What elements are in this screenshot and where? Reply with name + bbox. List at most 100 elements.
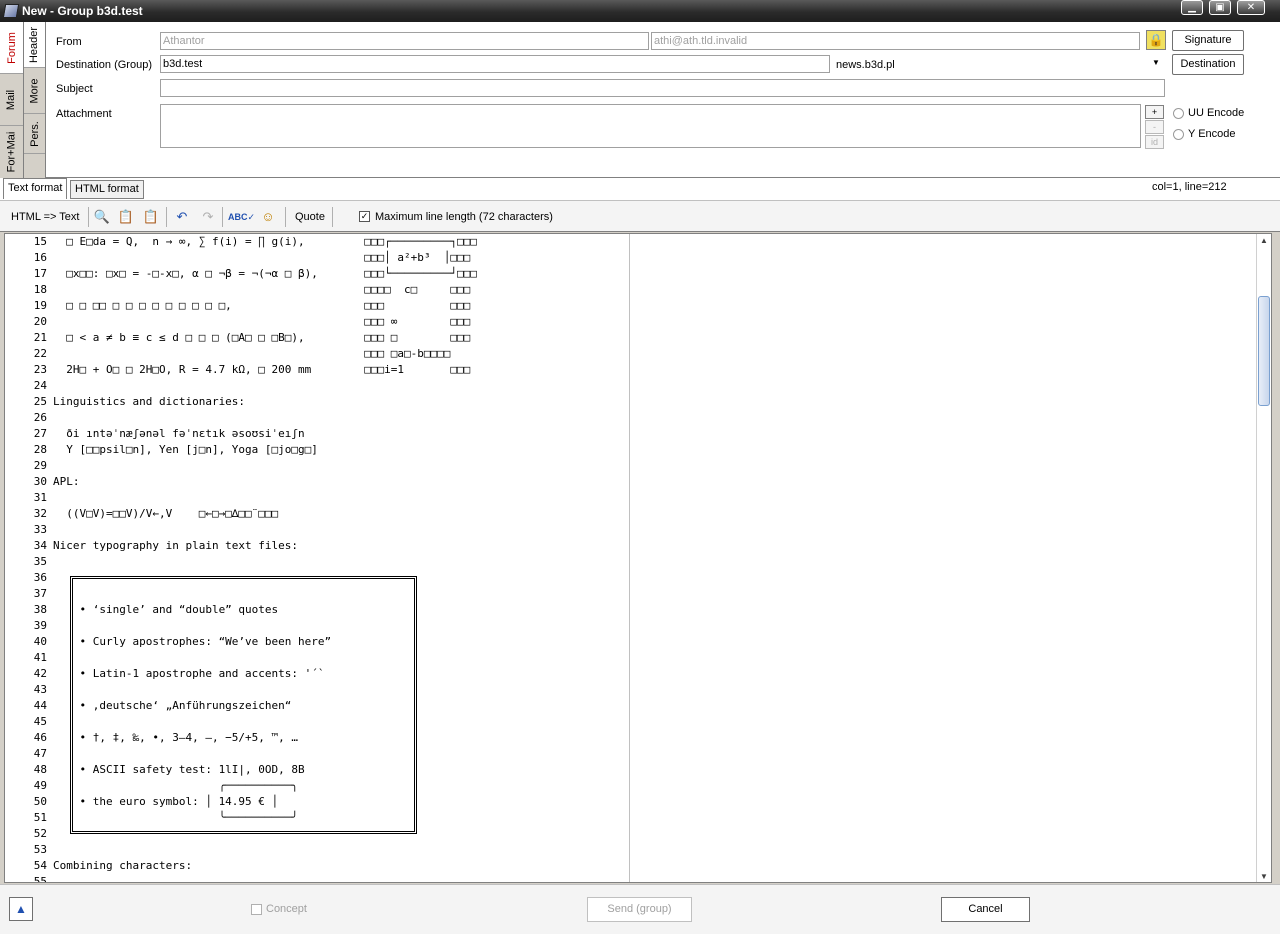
line-number: 33 bbox=[33, 523, 47, 536]
text-line[interactable]: ði ıntəˈnæʃənəl fəˈnɛtık əsoʊsiˈeıʃn bbox=[53, 426, 627, 442]
close-button[interactable]: ✕ bbox=[1237, 0, 1265, 15]
text-line[interactable]: □□□ ∞ □□□ bbox=[53, 314, 627, 330]
uu-encode-radio[interactable] bbox=[1173, 108, 1184, 119]
line-number: 22 bbox=[33, 347, 47, 360]
text-line[interactable] bbox=[53, 410, 627, 426]
text-line[interactable]: Y [□□psil□n], Yen [j□n], Yoga [□jo□g□] bbox=[53, 442, 627, 458]
text-line[interactable]: APL: bbox=[53, 474, 627, 490]
text-line[interactable]: □□□□ c□ □□□ bbox=[53, 282, 627, 298]
line-number: 52 bbox=[33, 827, 47, 840]
line-number-gutter: 15 16 17 18 19 20 21 22 23 24 25 26 27 28 29 30 31 32 33 34… bbox=[5, 234, 51, 882]
text-line[interactable]: □x□□: □x□ = -□-x□, α □ ¬β = ¬(¬α □ β), □… bbox=[53, 266, 627, 282]
text-line[interactable] bbox=[53, 458, 627, 474]
text-line[interactable] bbox=[53, 378, 627, 394]
priority-icon[interactable]: ▲ bbox=[9, 897, 33, 921]
attach-remove-button[interactable]: - bbox=[1145, 120, 1164, 134]
line-number: 15 bbox=[33, 235, 47, 248]
attach-add-button[interactable]: + bbox=[1145, 105, 1164, 119]
line-number: 47 bbox=[33, 747, 47, 760]
header-form: Forum Mail For+Mai Header More Pers. Fro… bbox=[0, 22, 1280, 178]
cursor-position: col=1, line=212 bbox=[1152, 181, 1227, 193]
redo-icon[interactable]: ↷ bbox=[198, 207, 218, 227]
maximize-button[interactable]: ▣ bbox=[1209, 0, 1231, 15]
lock-icon[interactable]: 🔒 bbox=[1146, 30, 1166, 50]
line-number: 35 bbox=[33, 555, 47, 568]
quote-button[interactable]: Quote bbox=[295, 211, 325, 223]
from-name-field[interactable]: Athantor bbox=[160, 32, 649, 50]
line-number: 29 bbox=[33, 459, 47, 472]
cancel-button[interactable]: Cancel bbox=[941, 897, 1030, 922]
line-number: 41 bbox=[33, 651, 47, 664]
scrollbar-thumb[interactable] bbox=[1258, 296, 1270, 406]
tab-header[interactable]: Header bbox=[24, 22, 45, 68]
html-to-text-button[interactable]: HTML => Text bbox=[11, 211, 79, 223]
line-number: 20 bbox=[33, 315, 47, 328]
toolbar-separator bbox=[166, 207, 167, 227]
max-line-checkbox[interactable]: ✓ bbox=[359, 211, 370, 222]
destination-group-field[interactable]: b3d.test bbox=[160, 55, 830, 73]
line-number: 39 bbox=[33, 619, 47, 632]
line-number: 26 bbox=[33, 411, 47, 424]
tab-forum[interactable]: Forum bbox=[0, 22, 23, 74]
line-number: 28 bbox=[33, 443, 47, 456]
undo-icon[interactable]: ↶ bbox=[172, 207, 192, 227]
line-number: 19 bbox=[33, 299, 47, 312]
destination-button[interactable]: Destination bbox=[1172, 54, 1244, 75]
text-line[interactable]: □□□│ a²+b³ │□□□ bbox=[53, 250, 627, 266]
scroll-up-icon[interactable]: ▲ bbox=[1257, 234, 1271, 248]
attachment-list[interactable] bbox=[160, 104, 1141, 148]
tab-more[interactable]: More bbox=[24, 68, 45, 114]
text-line[interactable]: □ □ □□ □ □ □ □ □ □ □ □ □, □□□ □□□ bbox=[53, 298, 627, 314]
attach-id-button[interactable]: id bbox=[1145, 135, 1164, 149]
line-number: 48 bbox=[33, 763, 47, 776]
line-number: 34 bbox=[33, 539, 47, 552]
spellcheck-icon[interactable]: ABC✓ bbox=[228, 207, 255, 227]
message-editor[interactable]: 15 16 17 18 19 20 21 22 23 24 25 26 27 28 29 30 31 32 33 34… bbox=[4, 233, 1272, 883]
send-group-button[interactable]: Send (group) bbox=[587, 897, 692, 922]
text-line[interactable]: □□□ □a□-b□□□□ bbox=[53, 346, 627, 362]
text-line[interactable] bbox=[53, 874, 627, 882]
emoticon-icon[interactable]: ☺ bbox=[258, 207, 278, 227]
concept-checkbox[interactable] bbox=[251, 904, 262, 915]
toolbar-separator bbox=[285, 207, 286, 227]
line-number: 43 bbox=[33, 683, 47, 696]
find-icon[interactable]: 🔍 bbox=[92, 207, 112, 227]
tab-for-mail[interactable]: For+Mai bbox=[0, 126, 23, 178]
subject-field[interactable] bbox=[160, 79, 1165, 97]
tab-personal[interactable]: Pers. bbox=[24, 114, 45, 154]
y-encode-label: Y Encode bbox=[1188, 128, 1236, 140]
tab-mail[interactable]: Mail bbox=[0, 74, 23, 126]
text-line[interactable]: Linguistics and dictionaries: bbox=[53, 394, 627, 410]
text-line[interactable] bbox=[53, 522, 627, 538]
text-line[interactable]: □ E□da = Q, n → ∞, ∑ f(i) = ∏ g(i), □□□┌… bbox=[53, 234, 627, 250]
text-line[interactable]: ((V□V)=□□V)/V←,V □←□→□∆□□¨□□□ bbox=[53, 506, 627, 522]
tab-text-format[interactable]: Text format bbox=[3, 178, 68, 199]
text-line[interactable]: Combining characters: bbox=[53, 858, 627, 874]
chevron-down-icon[interactable]: ▼ bbox=[1152, 58, 1160, 67]
server-select[interactable]: news.b3d.pl bbox=[836, 59, 895, 71]
scroll-down-icon[interactable]: ▼ bbox=[1257, 870, 1271, 882]
text-line[interactable]: Nicer typography in plain text files: bbox=[53, 538, 627, 554]
toolbar-separator bbox=[332, 207, 333, 227]
paste-icon[interactable]: 📋 bbox=[116, 207, 136, 227]
text-line[interactable]: 2H□ + O□ □ 2H□O, R = 4.7 kΩ, □ 200 mm □□… bbox=[53, 362, 627, 378]
tab-html-format[interactable]: HTML format bbox=[70, 180, 144, 199]
signature-button[interactable]: Signature bbox=[1172, 30, 1244, 51]
action-bar: ▲ Concept Send (group) Cancel bbox=[0, 884, 1280, 934]
line-number: 37 bbox=[33, 587, 47, 600]
y-encode-radio[interactable] bbox=[1173, 129, 1184, 140]
editor-split-divider bbox=[629, 234, 630, 882]
line-number: 46 bbox=[33, 731, 47, 744]
minimize-button[interactable]: ▁ bbox=[1181, 0, 1203, 15]
text-line[interactable] bbox=[53, 490, 627, 506]
line-number: 51 bbox=[33, 811, 47, 824]
line-number: 31 bbox=[33, 491, 47, 504]
text-line[interactable]: □ < a ≠ b ≡ c ≤ d □ □ □ (□A□ □ □B□), □□□… bbox=[53, 330, 627, 346]
text-line[interactable] bbox=[53, 554, 627, 570]
paste-quoted-icon[interactable]: 📋 bbox=[141, 207, 161, 227]
vertical-scrollbar[interactable]: ▲ ▼ bbox=[1256, 234, 1271, 882]
from-email-field[interactable]: athi@ath.tld.invalid bbox=[651, 32, 1140, 50]
line-number: 38 bbox=[33, 603, 47, 616]
text-line[interactable] bbox=[53, 842, 627, 858]
attachment-label: Attachment bbox=[56, 108, 112, 120]
